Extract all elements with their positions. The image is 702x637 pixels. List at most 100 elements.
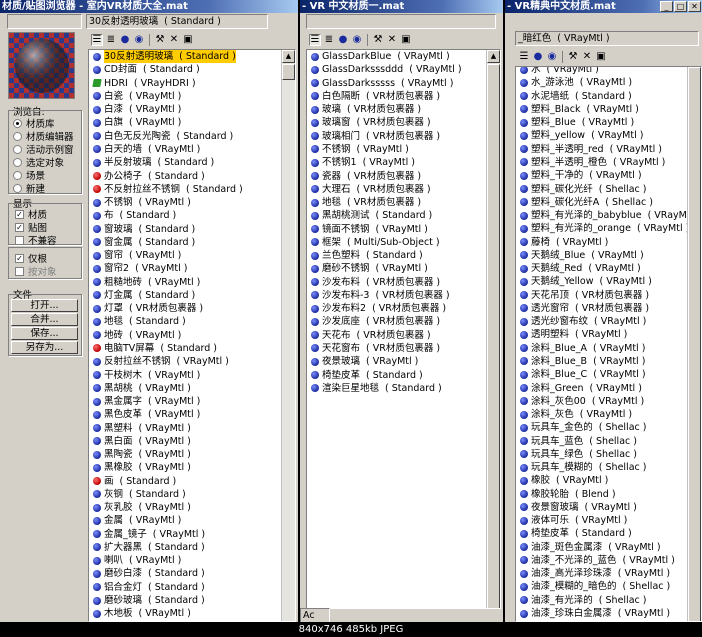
list-item[interactable]: 塑料_有光泽的_babyblue ( VRayMtl ) <box>516 209 701 222</box>
list-item[interactable]: 液体可乐 ( VRayMtl ) <box>516 514 701 527</box>
vertical-scrollbar[interactable] <box>687 67 701 621</box>
list-item[interactable]: 天花布 ( VR材质包裹器 ) <box>307 329 500 342</box>
list-item[interactable]: 透光窗帘 ( VR材质包裹器 ) <box>516 302 701 315</box>
large-icons-view-icon[interactable]: ◉ <box>351 34 363 46</box>
small-icons-view-icon[interactable]: ● <box>337 34 349 46</box>
list-item[interactable]: 电脑TV屏幕 ( Standard ) <box>89 342 295 355</box>
list-item[interactable]: 玩具车_绿色 ( Shellac ) <box>516 448 701 461</box>
list-item[interactable]: 反射拉丝不锈钢 ( VRayMtl ) <box>89 355 295 368</box>
delete-from-library-icon[interactable]: ✕ <box>168 34 180 46</box>
radio-active-slot[interactable]: 活动示例窗 <box>13 142 74 156</box>
scroll-up-arrow[interactable]: ▲ <box>282 50 295 63</box>
radio-library[interactable]: 材质库 <box>13 116 55 130</box>
list-item[interactable]: 灰钢 ( Standard ) <box>89 488 295 501</box>
list-item[interactable]: 窗帘 ( VRayMtl ) <box>89 249 295 262</box>
list-item[interactable]: 塑料_半透明_red ( VRayMtl ) <box>516 143 701 156</box>
scroll-thumb[interactable] <box>282 64 295 80</box>
list-item[interactable]: 粗糙地砖 ( VRayMtl ) <box>89 276 295 289</box>
list-item[interactable]: 沙发布料 ( VR材质包裹器 ) <box>307 276 500 289</box>
radio-material-editor[interactable]: 材质编辑器 <box>13 129 74 143</box>
list-item[interactable]: 涂料_Blue_B ( VRayMtl ) <box>516 355 701 368</box>
list-item[interactable]: 黑色皮革 ( VRayMtl ) <box>89 408 295 421</box>
list-item[interactable]: 窗玻璃 ( Standard ) <box>89 222 295 235</box>
list-item[interactable]: 油漆_模糊的_暗色的 ( Shellac ) <box>516 580 701 593</box>
list-item[interactable]: 黑胡桃测试 ( Standard ) <box>307 209 500 222</box>
radio-scene[interactable]: 场景 <box>13 168 45 182</box>
list-item[interactable]: 白天的墙 ( VRayMtl ) <box>89 143 295 156</box>
list-item[interactable]: 沙发布料-3 ( VR材质包裹器 ) <box>307 289 500 302</box>
list-view-icon[interactable]: ☰ <box>518 51 530 63</box>
list-item[interactable]: 橡胶 ( VRayMtl ) <box>516 474 701 487</box>
list-item[interactable]: 不锈钢1 ( VRayMtl ) <box>307 156 500 169</box>
list-item[interactable]: 不锈钢 ( VRayMtl ) <box>307 143 500 156</box>
list-item[interactable]: 油漆_不光泽的_蓝色 ( VRayMtl ) <box>516 554 701 567</box>
open-button[interactable]: 打开... <box>11 299 78 312</box>
list-item[interactable]: 透明塑料 ( VRayMtl ) <box>516 328 701 341</box>
list-item[interactable]: 涂料_Blue_C ( VRayMtl ) <box>516 368 701 381</box>
material-name-field[interactable] <box>306 14 496 29</box>
list-item[interactable]: 灰乳胶 ( VRayMtl ) <box>89 501 295 514</box>
minimize-button[interactable]: _ <box>660 1 673 12</box>
list-item[interactable]: 大理石 ( VR材质包裹器 ) <box>307 183 500 196</box>
list-item[interactable]: 玻璃相门 ( VR材质包裹器 ) <box>307 130 500 143</box>
list-item[interactable]: 黑白面 ( VRayMtl ) <box>89 435 295 448</box>
list-item[interactable]: 油漆_珍珠白金属漆 ( VRayMtl ) <box>516 607 701 620</box>
list-item[interactable]: 天鹅绒_Blue ( VRayMtl ) <box>516 249 701 262</box>
list-item[interactable]: 黑橡胶 ( VRayMtl ) <box>89 461 295 474</box>
list-item[interactable]: 黑陶瓷 ( VRayMtl ) <box>89 448 295 461</box>
list-item[interactable]: 框架 ( Multi/Sub-Object ) <box>307 236 500 249</box>
list-item[interactable]: 地砖 ( VRayMtl ) <box>89 329 295 342</box>
list-item[interactable]: 不锈钢 ( VRayMtl ) <box>89 196 295 209</box>
list-item[interactable]: 磨砂白漆 ( Standard ) <box>89 567 295 580</box>
list-item[interactable]: 喇叭 ( VRayMtl ) <box>89 554 295 567</box>
checkbox-incompatible[interactable]: 不兼容 <box>15 233 57 247</box>
list-item[interactable]: 白旗 ( VRayMtl ) <box>89 116 295 129</box>
list-item[interactable]: 塑料_Blue ( VRayMtl ) <box>516 116 701 129</box>
material-name-field[interactable]: 30反射透明玻璃 ( Standard ) <box>86 14 268 29</box>
clear-library-icon[interactable]: ▣ <box>400 34 412 46</box>
list-item[interactable]: 塑料_有光泽的_orange ( VRayMtl ) <box>516 222 701 235</box>
delete-from-library-icon[interactable]: ✕ <box>386 34 398 46</box>
list-item[interactable]: 不反射拉丝不锈钢 ( Standard ) <box>89 183 295 196</box>
list-item[interactable]: 黑塑料 ( VRayMtl ) <box>89 421 295 434</box>
list-item[interactable]: 水 ( VRayMtl ) <box>516 67 701 76</box>
list-item[interactable]: 30反射透明玻璃 ( Standard ) <box>89 50 295 64</box>
large-icons-view-icon[interactable]: ◉ <box>133 34 145 46</box>
list-item[interactable]: 油漆_有光泽的 ( Shellac ) <box>516 594 701 607</box>
list-item[interactable]: 夜景玻璃 ( VRayMtl ) <box>307 355 500 368</box>
scroll-up-arrow[interactable]: ▲ <box>487 50 500 63</box>
list-item[interactable]: 涂料_灰色00 ( VRayMtl ) <box>516 395 701 408</box>
list-item[interactable]: 藤椅 ( VRayMtl ) <box>516 235 701 248</box>
list-item[interactable]: 涂料_灰色 ( VRayMtl ) <box>516 408 701 421</box>
list-item[interactable]: HDRI ( VRayHDRI ) <box>89 77 295 90</box>
list-item[interactable]: 塑料_Black ( VRayMtl ) <box>516 103 701 116</box>
list-item[interactable]: 半反射玻璃 ( Standard ) <box>89 156 295 169</box>
list-item[interactable]: 金属_镜子 ( VRayMtl ) <box>89 528 295 541</box>
list-item[interactable]: 塑料_yellow ( VRayMtl ) <box>516 129 701 142</box>
save-as-button[interactable]: 另存为... <box>11 341 78 354</box>
list-item[interactable]: GlassDarksssddd ( VRayMtl ) <box>307 63 500 76</box>
save-button[interactable]: 保存... <box>11 327 78 340</box>
close-button[interactable]: ✕ <box>688 1 701 12</box>
list-item[interactable]: 玩具车_模糊的 ( Shellac ) <box>516 461 701 474</box>
list-item[interactable]: 渲染巨星地毯 ( Standard ) <box>307 382 500 395</box>
list-item[interactable]: 白漆 ( VRayMtl ) <box>89 103 295 116</box>
list-item[interactable]: 塑料_半透明_橙色 ( VRayMtl ) <box>516 156 701 169</box>
list-item[interactable]: 磨砂玻璃 ( Standard ) <box>89 594 295 607</box>
list-item[interactable]: 油漆_高光泽珍珠漆 ( VRayMtl ) <box>516 567 701 580</box>
list-item[interactable]: 办公椅子 ( Standard ) <box>89 169 295 182</box>
scroll-thumb[interactable] <box>487 64 500 608</box>
list-item[interactable]: 磨砂不锈钢 ( VRayMtl ) <box>307 262 500 275</box>
list-item[interactable]: 水泥墙纸 ( Standard ) <box>516 90 701 103</box>
list-item[interactable]: 画 ( Standard ) <box>89 475 295 488</box>
large-icons-view-icon[interactable]: ◉ <box>546 51 558 63</box>
list-item[interactable]: 油漆_斑色金属漆 ( VRayMtl ) <box>516 541 701 554</box>
list-view-icon[interactable]: ☰ <box>91 33 103 46</box>
list-item[interactable]: 塑料_碳化光纤 ( Shellac ) <box>516 182 701 195</box>
list-item[interactable]: 玩具车_金色的 ( Shellac ) <box>516 421 701 434</box>
list-item[interactable]: 天花窗布 ( VR材质包裹器 ) <box>307 342 500 355</box>
update-scene-icon[interactable]: ⚒ <box>567 51 579 63</box>
list-item[interactable]: 玩具车_蓝色 ( Shellac ) <box>516 434 701 447</box>
list-item[interactable]: 瓷器 ( VR材质包裹器 ) <box>307 169 500 182</box>
delete-from-library-icon[interactable]: ✕ <box>581 51 593 63</box>
